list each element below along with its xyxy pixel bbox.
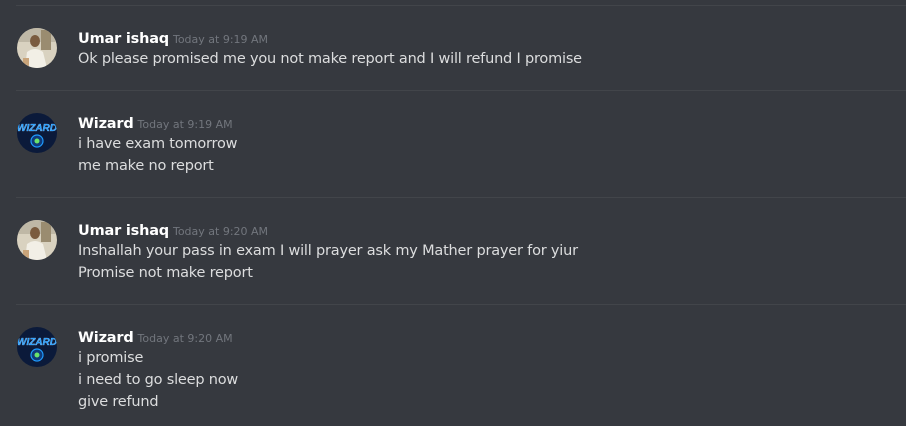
message-content: Inshallah your pass in exam I will praye… <box>78 240 578 284</box>
message-timestamp[interactable]: Today at 9:19 AM <box>138 118 233 131</box>
message-timestamp[interactable]: Today at 9:20 AM <box>138 332 233 345</box>
chat-message-list: Umar ishaq Today at 9:19 AM Ok please pro… <box>0 0 906 426</box>
message-divider <box>16 197 906 198</box>
author-name[interactable]: Umar ishaq <box>78 31 169 47</box>
message-header: Umar ishaq Today at 9:19 AM <box>78 28 268 48</box>
message-text: Ok please promised me you not make repor… <box>78 51 582 67</box>
message-content: i have exam tomorrow me make no report <box>78 133 238 177</box>
svg-text:WIZARD: WIZARD <box>17 337 57 348</box>
author-name[interactable]: Wizard <box>78 116 134 132</box>
svg-text:WIZARD: WIZARD <box>17 123 57 134</box>
author-name[interactable]: Umar ishaq <box>78 223 169 239</box>
user-photo-avatar[interactable] <box>17 28 57 68</box>
message-divider <box>16 90 906 91</box>
user-photo-avatar[interactable] <box>17 220 57 260</box>
message-divider <box>16 304 906 305</box>
wizard-logo-avatar[interactable]: WIZARD <box>17 113 57 153</box>
message-text: me make no report <box>78 158 214 174</box>
wizard-logo-avatar[interactable]: WIZARD <box>17 327 57 367</box>
message-header: Wizard Today at 9:19 AM <box>78 113 233 133</box>
message-header: Wizard Today at 9:20 AM <box>78 327 233 347</box>
message-text: Promise not make report <box>78 265 253 281</box>
message-timestamp[interactable]: Today at 9:20 AM <box>173 225 268 238</box>
message-text: i promise <box>78 350 144 366</box>
author-name[interactable]: Wizard <box>78 330 134 346</box>
message-content: Ok please promised me you not make repor… <box>78 48 582 70</box>
message-text: Inshallah your pass in exam I will praye… <box>78 243 578 259</box>
message-timestamp[interactable]: Today at 9:19 AM <box>173 33 268 46</box>
message-content: i promise i need to go sleep now give re… <box>78 347 238 413</box>
message-text: i have exam tomorrow <box>78 136 238 152</box>
message-text: give refund <box>78 394 159 410</box>
message-divider <box>16 5 906 6</box>
message-header: Umar ishaq Today at 9:20 AM <box>78 220 268 240</box>
message-text: i need to go sleep now <box>78 372 239 388</box>
